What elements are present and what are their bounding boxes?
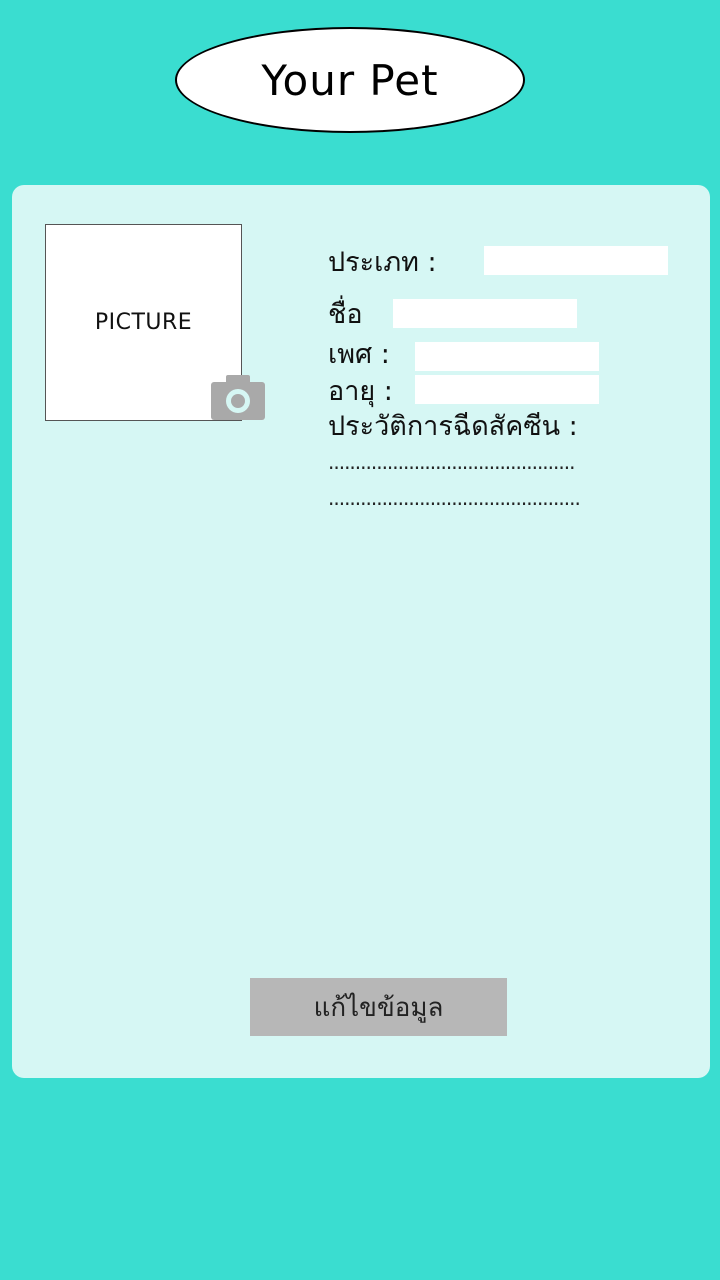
- picture-placeholder-text: PICTURE: [94, 310, 193, 335]
- vaccine-line-2: ........................................…: [328, 486, 581, 510]
- edit-info-button[interactable]: แก้ไขข้อมูล: [250, 978, 507, 1036]
- camera-icon[interactable]: [211, 374, 265, 420]
- vaccine-line-1: ........................................…: [328, 450, 575, 474]
- type-field[interactable]: [484, 246, 668, 275]
- vaccine-history-label: ประวัติการฉีดสัคซีน :: [328, 411, 578, 442]
- name-field[interactable]: [393, 299, 577, 328]
- name-label: ชื่อ: [328, 299, 363, 330]
- title-banner: Your Pet: [175, 27, 525, 133]
- page-title: Your Pet: [261, 55, 439, 105]
- gender-field[interactable]: [415, 342, 599, 371]
- age-field[interactable]: [415, 375, 599, 404]
- type-label: ประเภท :: [328, 247, 437, 278]
